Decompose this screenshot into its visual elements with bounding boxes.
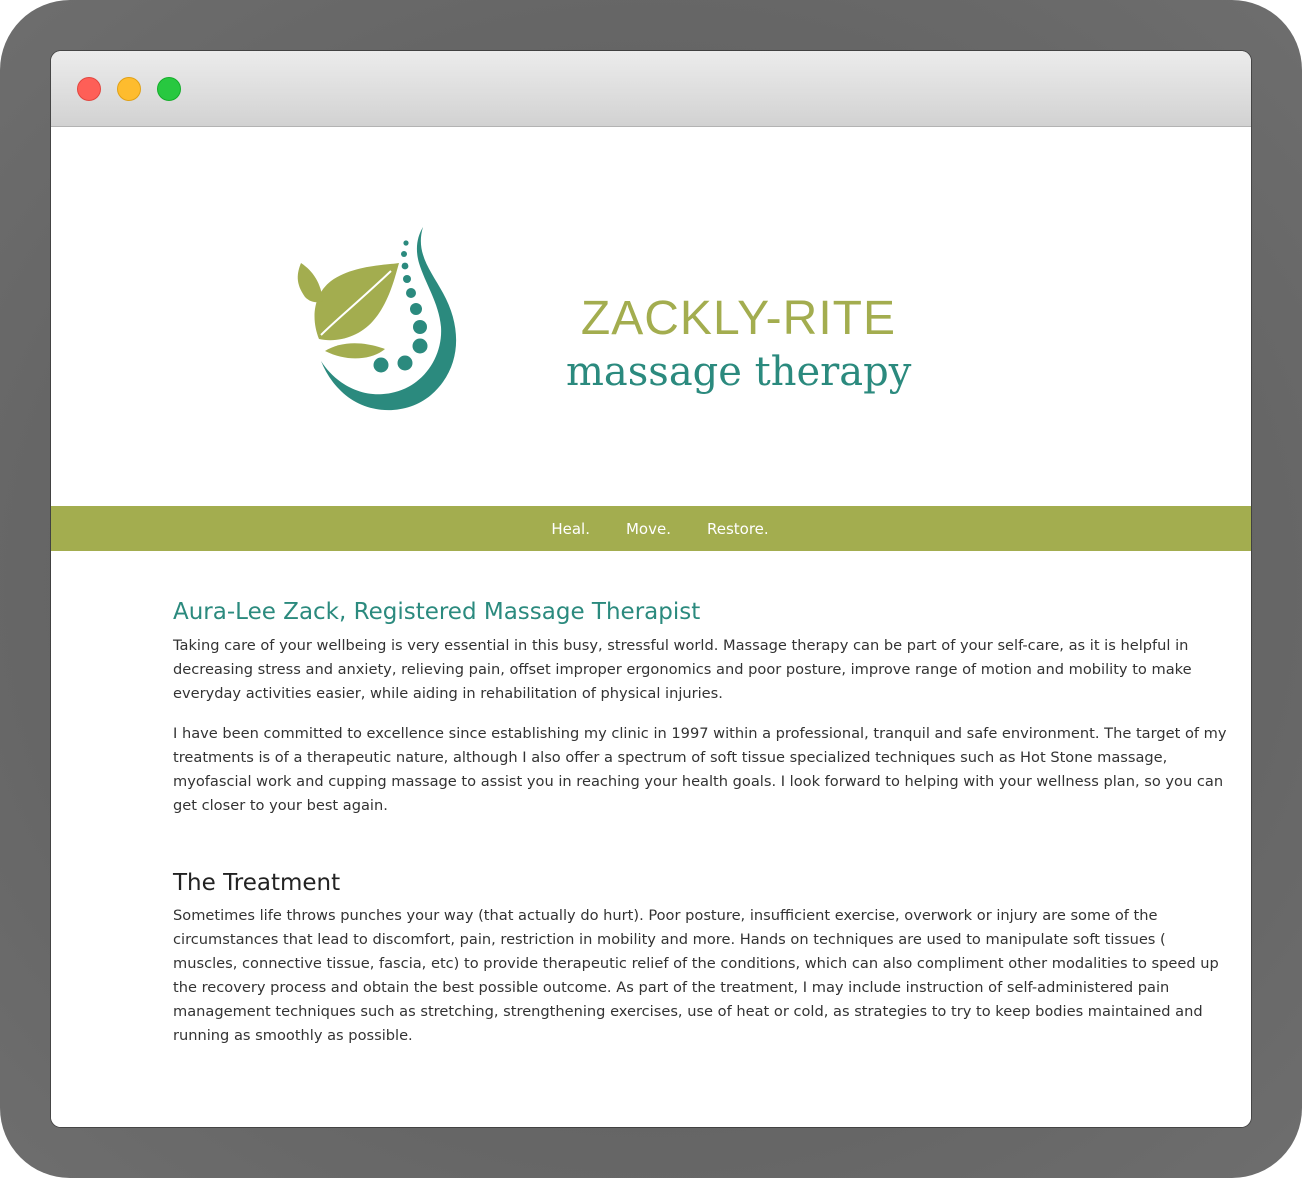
nav-link-heal[interactable]: Heal. (551, 520, 590, 538)
main-content: Aura-Lee Zack, Registered Massage Therap… (173, 597, 1228, 1064)
browser-window: ZACKLY-RITE massage therapy Heal. Move. … (51, 51, 1251, 1127)
about-heading: Aura-Lee Zack, Registered Massage Therap… (173, 599, 701, 625)
brand-name: ZACKLY-RITE (580, 292, 896, 345)
maximize-window-button[interactable] (157, 77, 181, 101)
minimize-window-button[interactable] (117, 77, 141, 101)
treatment-paragraph: Sometimes life throws punches your way (… (173, 907, 1219, 1044)
nav-link-restore[interactable]: Restore. (707, 520, 769, 538)
about-paragraph: I have been committed to excellence sinc… (173, 725, 1227, 814)
about-paragraph: Taking care of your wellbeing is very es… (173, 637, 1192, 702)
site-header: ZACKLY-RITE massage therapy (51, 127, 1251, 506)
window-titlebar[interactable] (51, 51, 1251, 127)
main-navigation: Heal. Move. Restore. (51, 506, 1251, 551)
nav-link-move[interactable]: Move. (626, 520, 671, 538)
web-page: ZACKLY-RITE massage therapy Heal. Move. … (51, 127, 1251, 1127)
leaf-spine-drop-icon (297, 227, 457, 411)
brand-tagline: massage therapy (566, 349, 912, 395)
treatment-heading: The Treatment (173, 870, 341, 896)
close-window-button[interactable] (77, 77, 101, 101)
